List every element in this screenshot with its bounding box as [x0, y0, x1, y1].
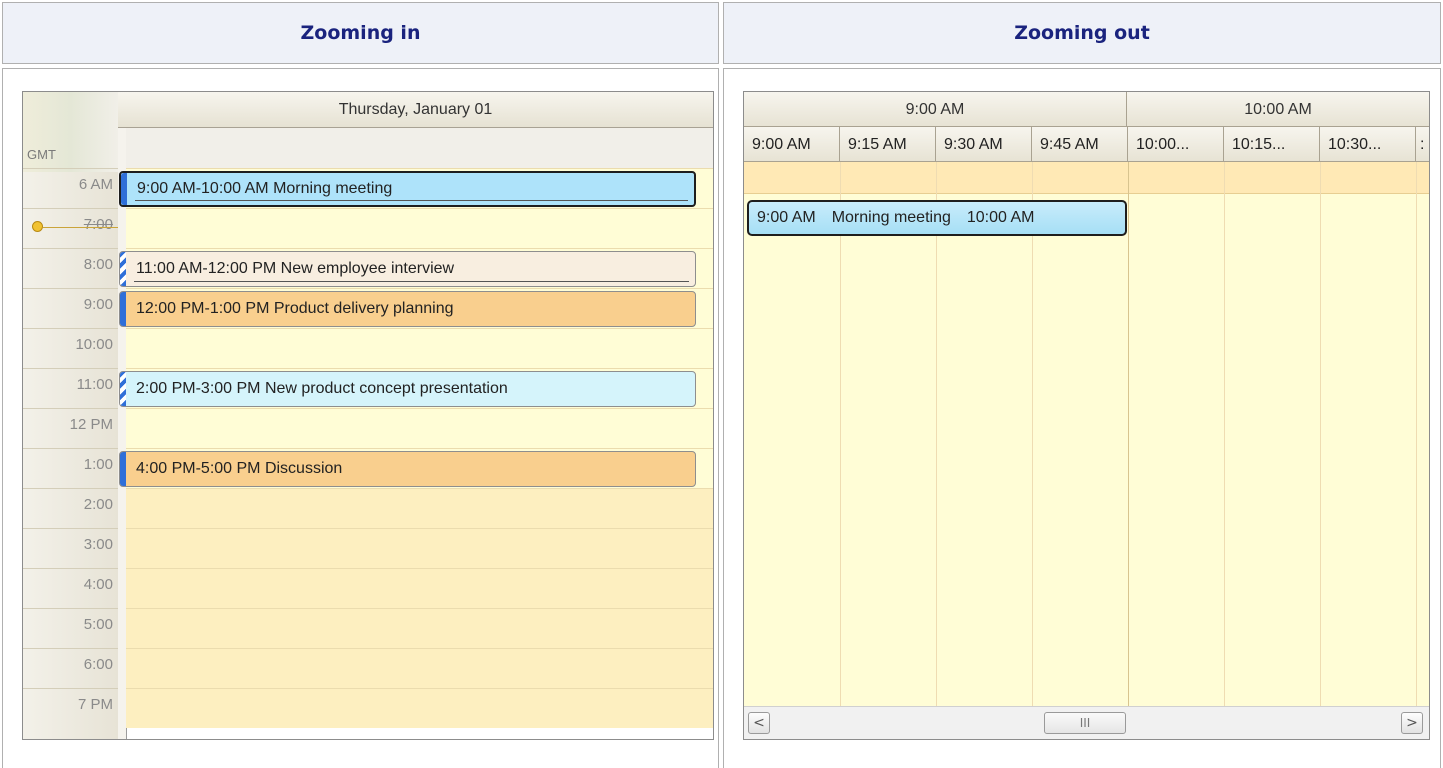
ruler-hour-line — [23, 488, 118, 489]
scroll-right-button[interactable]: > — [1401, 712, 1423, 734]
day-header[interactable]: Thursday, January 01 — [118, 92, 713, 128]
appointment-status-strip — [120, 252, 126, 286]
time-label: 12 PM — [69, 416, 113, 433]
appointment-status-strip — [121, 173, 127, 205]
current-time-line — [43, 227, 118, 228]
ruler-hour-line — [23, 368, 118, 369]
hour-header: 10:00 AM — [1244, 100, 1312, 118]
slot-header: 9:15 AM — [840, 127, 936, 162]
appointment[interactable]: 2:00 PM-3:00 PM New product concept pres… — [119, 371, 696, 407]
horizontal-scrollbar[interactable]: < III > — [744, 706, 1429, 739]
ruler-hour-line — [23, 248, 118, 249]
timeline-slot-divider — [1224, 162, 1225, 707]
time-slot[interactable] — [126, 328, 713, 368]
ruler-hour-line — [23, 528, 118, 529]
time-slot[interactable] — [126, 528, 713, 568]
timeline-appointment-morning-meeting[interactable]: 9:00 AM Morning meeting 10:00 AM — [747, 200, 1127, 236]
time-label: 6:00 — [83, 656, 113, 673]
appointment-underline — [134, 281, 689, 282]
scheduler-timeline-view[interactable]: 9:00 AM 10:00 AM 9:00 AM 9:15 AM 9:30 AM 9:… — [743, 91, 1430, 740]
appointment-start: 9:00 AM — [757, 209, 816, 226]
column-header-zoom-in: Zooming in — [2, 2, 719, 64]
ruler-hour-line — [23, 288, 118, 289]
appointment-text: 11:00 AM-12:00 PM New employee interview — [136, 260, 455, 277]
time-slot[interactable] — [126, 408, 713, 448]
ruler-hour-line — [23, 648, 118, 649]
time-label: 8:00 — [83, 256, 113, 273]
timeline-slot-divider — [1320, 162, 1321, 707]
timeline-slot-divider — [1416, 162, 1417, 707]
appointment[interactable]: 12:00 PM-1:00 PM Product delivery planni… — [119, 291, 696, 327]
time-label: 5:00 — [83, 616, 113, 633]
slot-header: 9:45 AM — [1032, 127, 1128, 162]
column-title: Zooming in — [300, 22, 421, 44]
time-slot[interactable] — [126, 208, 713, 248]
appointment[interactable]: 9:00 AM-10:00 AM Morning meeting — [119, 171, 696, 207]
time-label: 4:00 — [83, 576, 113, 593]
appointment-underline — [135, 200, 688, 201]
time-slot[interactable] — [126, 688, 713, 728]
slot-header: 9:30 AM — [936, 127, 1032, 162]
scroll-left-button[interactable]: < — [748, 712, 770, 734]
comparison-table: Zooming in Zooming out GMT 6 AM 7:00 8:00 9… — [0, 0, 1443, 768]
ruler-hour-line — [23, 208, 118, 209]
timeline-slot-divider — [1128, 162, 1129, 707]
timeline-slot-divider — [840, 162, 841, 707]
slot-header: 10:30... — [1320, 127, 1416, 162]
ruler-hour-line — [23, 608, 118, 609]
appointment-text: 4:00 PM-5:00 PM Discussion — [136, 460, 343, 477]
date-header-label: Thursday, January 01 — [338, 100, 493, 118]
ruler-hour-line — [23, 408, 118, 409]
ruler-hour-line — [23, 688, 118, 689]
timezone-label: GMT — [27, 147, 56, 162]
slot-header: 10:15... — [1224, 127, 1320, 162]
current-time-indicator — [32, 221, 43, 232]
appointment[interactable]: 11:00 AM-12:00 PM New employee interview — [119, 251, 696, 287]
column-title: Zooming out — [1014, 22, 1150, 44]
appointment-end: 10:00 AM — [966, 209, 1035, 226]
time-label: 11:00 — [76, 376, 113, 393]
appointment-text: 2:00 PM-3:00 PM New product concept pres… — [136, 380, 508, 397]
time-slot[interactable] — [126, 488, 713, 528]
time-slot[interactable] — [126, 568, 713, 608]
appointment-text: 9:00 AM-10:00 AM Morning meeting — [137, 180, 393, 197]
slot-header: 10:00... — [1128, 127, 1224, 162]
slot-header-row: 9:00 AM 9:15 AM 9:30 AM 9:45 AM 10:00... 10:1… — [744, 127, 1429, 162]
hour-header: 9:00 AM — [744, 92, 1127, 127]
slot-header: : — [1420, 135, 1425, 153]
scheduler-day-view[interactable]: GMT 6 AM 7:00 8:00 9:00 10:00 11:00 12 PM 1:00 2… — [22, 91, 714, 740]
appointment-status-strip — [120, 292, 126, 326]
appointment[interactable]: 4:00 PM-5:00 PM Discussion — [119, 451, 696, 487]
appointment-status-strip — [120, 452, 126, 486]
column-header-zoom-out: Zooming out — [723, 2, 1441, 64]
timeline-slot-divider — [1032, 162, 1033, 707]
appointment-text: 12:00 PM-1:00 PM Product delivery planni… — [136, 300, 454, 317]
hour-header-row: 9:00 AM 10:00 AM — [744, 92, 1429, 127]
appointment-status-strip — [120, 372, 126, 406]
time-slots-area[interactable]: 9:00 AM-10:00 AM Morning meeting 11:00 AM… — [119, 168, 713, 739]
time-label: 10:00 — [75, 336, 113, 353]
scroll-thumb[interactable]: III — [1044, 712, 1126, 734]
timeline-slot-divider — [936, 162, 937, 707]
timeline-all-day-band[interactable] — [744, 162, 1429, 194]
appointment-subject: Morning meeting — [831, 209, 951, 226]
time-label: 2:00 — [83, 496, 113, 513]
time-label: 6 AM — [78, 176, 113, 193]
ruler-hour-line — [23, 568, 118, 569]
time-ruler: GMT 6 AM 7:00 8:00 9:00 10:00 11:00 12 PM 1:00 2… — [23, 92, 119, 739]
all-day-area[interactable] — [126, 128, 713, 169]
time-label: 7 PM — [77, 696, 113, 713]
time-slot[interactable] — [126, 608, 713, 648]
slot-header: 9:00 AM — [744, 127, 840, 162]
time-label: 1:00 — [83, 456, 113, 473]
ruler-hour-line — [23, 328, 118, 329]
time-slot[interactable] — [126, 648, 713, 688]
time-label: 9:00 — [83, 296, 113, 313]
ruler-hour-line — [23, 448, 118, 449]
time-label: 3:00 — [83, 536, 113, 553]
ruler-hour-line — [23, 168, 118, 169]
